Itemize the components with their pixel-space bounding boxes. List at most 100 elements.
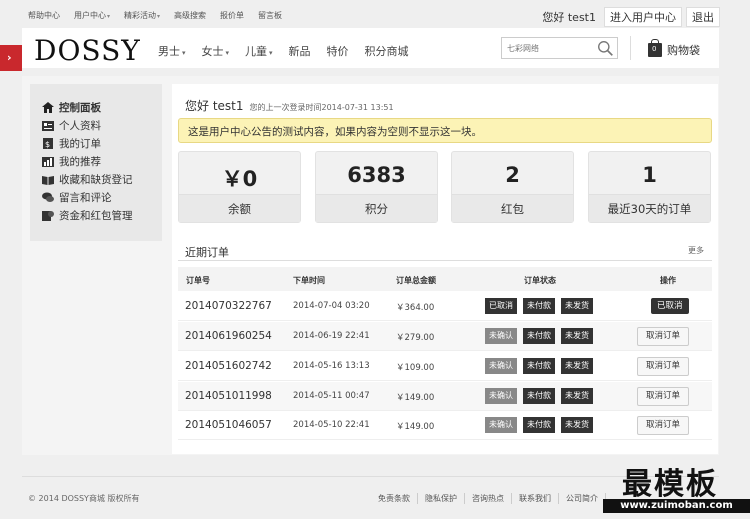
stat-value: 1 bbox=[642, 163, 657, 187]
chevron-down-icon: ▾ bbox=[157, 13, 161, 20]
main-nav: 男士 ▾ 女士 ▾ 儿童 ▾ 新品 特价 积分商城 bbox=[158, 43, 425, 59]
greeting-text: 您好 test1 bbox=[185, 99, 244, 113]
order-amount: ￥149.00 bbox=[396, 422, 435, 432]
watermark-url: www.zuimoban.com bbox=[603, 499, 750, 513]
footer-link-about[interactable]: 公司简介 bbox=[559, 493, 606, 504]
sidebar-item-favorites[interactable]: 收藏和缺货登记 bbox=[42, 172, 133, 187]
nav-new[interactable]: 新品 bbox=[289, 43, 311, 59]
topnav-advanced-search[interactable]: 高级搜索 bbox=[174, 10, 206, 21]
order-number[interactable]: 2014061960254 bbox=[185, 330, 272, 342]
shopping-bag-icon: 0 bbox=[648, 39, 662, 57]
search-input[interactable] bbox=[502, 38, 592, 58]
cancel-order-button[interactable]: 取消订单 bbox=[637, 387, 690, 406]
nav-points-mall[interactable]: 积分商城 bbox=[365, 43, 409, 59]
stat-label: 红包 bbox=[452, 194, 573, 222]
status-badge: 未付款 bbox=[523, 328, 555, 344]
stat-label: 最近30天的订单 bbox=[589, 194, 710, 222]
footer-link-contact[interactable]: 联系我们 bbox=[512, 493, 559, 504]
stat-balance[interactable]: ￥0 余额 bbox=[178, 151, 301, 223]
stat-value: ￥0 bbox=[221, 167, 258, 191]
order-time: 2014-07-04 03:20 bbox=[293, 301, 370, 311]
order-number[interactable]: 2014070322767 bbox=[185, 300, 272, 312]
status-badge: 未发货 bbox=[561, 328, 593, 344]
status-badge: 未发货 bbox=[561, 388, 593, 404]
table-row: 2014061960254 2014-06-19 22:41 ￥279.00 未… bbox=[178, 322, 712, 351]
chevron-down-icon: ▾ bbox=[107, 13, 111, 20]
status-badge: 未发货 bbox=[561, 298, 593, 314]
order-amount: ￥149.00 bbox=[396, 393, 435, 403]
cart-label: 购物袋 bbox=[667, 44, 700, 57]
table-row: 2014051602742 2014-05-16 13:13 ￥109.00 未… bbox=[178, 352, 712, 381]
status-badge: 未付款 bbox=[523, 417, 555, 433]
order-number[interactable]: 2014051602742 bbox=[185, 360, 272, 372]
topnav-activities[interactable]: 精彩活动▾ bbox=[124, 10, 160, 21]
last-login: 您的上一次登录时间2014-07-31 13:51 bbox=[249, 103, 394, 112]
order-amount: ￥364.00 bbox=[396, 303, 435, 313]
footer-link-privacy[interactable]: 隐私保护 bbox=[418, 493, 465, 504]
book-icon bbox=[42, 175, 54, 185]
order-time: 2014-05-11 00:47 bbox=[293, 391, 370, 401]
chevron-down-icon: ▾ bbox=[269, 49, 273, 57]
footer-link-disclaimer[interactable]: 免责条款 bbox=[378, 493, 418, 504]
copyright: © 2014 DOSSY商城 版权所有 bbox=[28, 494, 140, 503]
wallet-icon bbox=[42, 211, 54, 221]
watermark-logo: 最模板 bbox=[622, 467, 718, 502]
svg-text:$: $ bbox=[45, 140, 50, 149]
footer-divider bbox=[22, 476, 719, 477]
nav-kids[interactable]: 儿童 ▾ bbox=[245, 43, 273, 59]
status-badge: 未付款 bbox=[523, 298, 555, 314]
status-badge: 未确认 bbox=[485, 417, 517, 433]
order-amount: ￥109.00 bbox=[396, 363, 435, 373]
col-order-amount: 订单总金额 bbox=[396, 276, 436, 285]
recent-orders-title: 近期订单 bbox=[185, 246, 229, 259]
user-greeting: 您好 test1 您的上一次登录时间2014-07-31 13:51 bbox=[185, 97, 394, 114]
order-number[interactable]: 2014051046057 bbox=[185, 419, 272, 431]
search-icon[interactable] bbox=[597, 40, 614, 57]
sidebar-item-profile[interactable]: 个人资料 bbox=[42, 118, 101, 133]
col-actions: 操作 bbox=[660, 276, 676, 285]
order-time: 2014-05-10 22:41 bbox=[293, 420, 370, 430]
nav-men[interactable]: 男士 ▾ bbox=[158, 43, 186, 59]
top-nav: 帮助中心 用户中心▾ 精彩活动▾ 高级搜索 报价单 留言板 bbox=[28, 10, 296, 21]
enter-user-center-button[interactable]: 进入用户中心 bbox=[604, 7, 682, 27]
status-badge: 未发货 bbox=[561, 417, 593, 433]
status-badge: 未付款 bbox=[523, 358, 555, 374]
topnav-help[interactable]: 帮助中心 bbox=[28, 10, 60, 21]
sidebar-item-recommend[interactable]: 我的推荐 bbox=[42, 154, 101, 169]
order-time: 2014-05-16 13:13 bbox=[293, 361, 370, 371]
topnav-user-center[interactable]: 用户中心▾ bbox=[74, 10, 110, 21]
cancel-order-button[interactable]: 取消订单 bbox=[637, 327, 690, 346]
stat-recent-orders[interactable]: 1 最近30天的订单 bbox=[588, 151, 711, 223]
sidebar: 控制面板 个人资料 $ 我的订单 我的推荐 收藏和缺货登记 留言和评论 资金和红… bbox=[30, 84, 162, 241]
col-order-time: 下单时间 bbox=[293, 276, 325, 285]
home-icon bbox=[42, 102, 54, 113]
logo[interactable]: DOSSY bbox=[34, 34, 141, 67]
logout-button[interactable]: 退出 bbox=[686, 7, 720, 27]
topnav-quote[interactable]: 报价单 bbox=[220, 10, 244, 21]
stat-value: 6383 bbox=[347, 163, 406, 187]
topnav-message-board[interactable]: 留言板 bbox=[258, 10, 282, 21]
more-link[interactable]: 更多 bbox=[688, 245, 704, 256]
stat-points[interactable]: 6383 积分 bbox=[315, 151, 438, 223]
footer-link-faq[interactable]: 咨询热点 bbox=[465, 493, 512, 504]
cancel-order-button[interactable]: 取消订单 bbox=[637, 416, 690, 435]
side-tab[interactable]: › bbox=[0, 45, 22, 71]
status-badge: 未发货 bbox=[561, 358, 593, 374]
notice-banner: 这是用户中心公告的测试内容，如果内容为空则不显示这一块。 bbox=[178, 118, 712, 143]
order-amount: ￥279.00 bbox=[396, 333, 435, 343]
sidebar-item-funds[interactable]: 资金和红包管理 bbox=[42, 208, 133, 223]
stat-label: 积分 bbox=[316, 194, 437, 222]
table-row: 2014051046057 2014-05-10 22:41 ￥149.00 未… bbox=[178, 411, 712, 440]
nav-sale[interactable]: 特价 bbox=[327, 43, 349, 59]
status-badge: 未确认 bbox=[485, 328, 517, 344]
order-number[interactable]: 2014051011998 bbox=[185, 390, 272, 402]
sidebar-item-orders[interactable]: $ 我的订单 bbox=[42, 136, 101, 151]
sidebar-item-comments[interactable]: 留言和评论 bbox=[42, 190, 112, 205]
stat-red-packet[interactable]: 2 红包 bbox=[451, 151, 574, 223]
sidebar-item-dashboard[interactable]: 控制面板 bbox=[42, 100, 101, 115]
chevron-down-icon: ▾ bbox=[225, 49, 230, 57]
cancel-order-button[interactable]: 取消订单 bbox=[637, 357, 690, 376]
nav-women[interactable]: 女士 ▾ bbox=[202, 43, 230, 59]
header-divider bbox=[630, 36, 631, 60]
cart-button[interactable]: 0 购物袋 bbox=[648, 39, 700, 58]
